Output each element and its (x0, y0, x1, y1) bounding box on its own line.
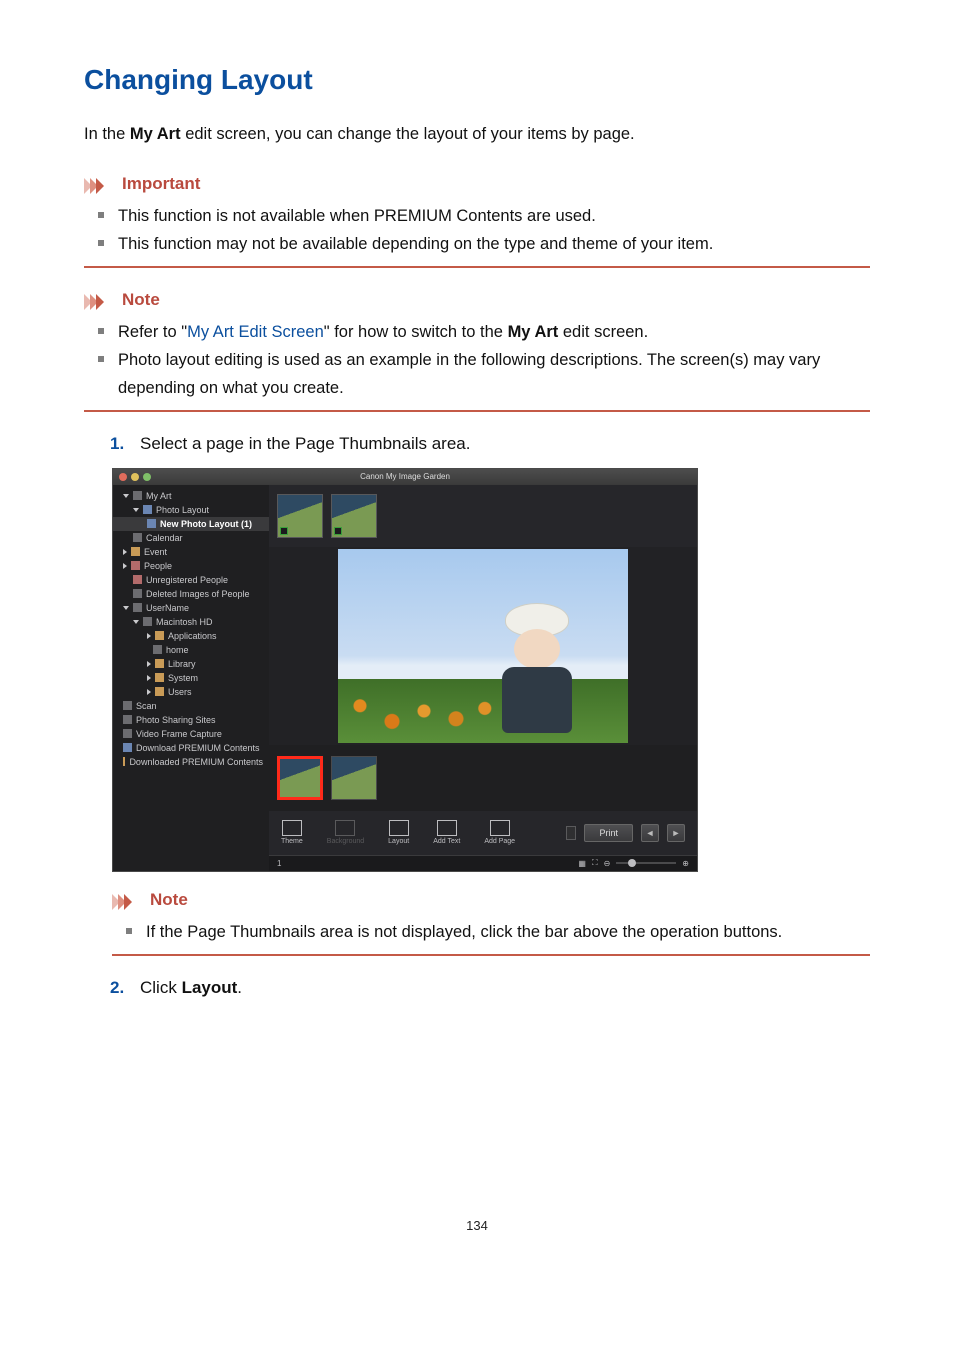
sidebar-item[interactable]: Event (113, 545, 269, 559)
status-page-number: 1 (277, 859, 281, 868)
sidebar-item-selected[interactable]: New Photo Layout (1) (113, 517, 269, 531)
print-button[interactable]: Print (584, 824, 633, 842)
sidebar-item[interactable]: Unregistered People (113, 573, 269, 587)
note-item: Refer to "My Art Edit Screen" for how to… (114, 318, 870, 346)
note-list: If the Page Thumbnails area is not displ… (112, 918, 870, 946)
sidebar-item[interactable]: Scan (113, 699, 269, 713)
intro-paragraph: In the My Art edit screen, you can chang… (84, 122, 870, 148)
window-titlebar: Canon My Image Garden (113, 469, 697, 485)
tool-background: Background (327, 820, 364, 845)
sidebar-item[interactable]: Calendar (113, 531, 269, 545)
page-thumb-selected[interactable] (277, 756, 323, 800)
tray-thumb[interactable] (331, 494, 377, 538)
step-1: 1. Select a page in the Page Thumbnails … (110, 434, 870, 454)
page-thumb[interactable] (331, 756, 377, 800)
chevrons-icon (84, 176, 114, 192)
sidebar-item[interactable]: Video Frame Capture (113, 727, 269, 741)
divider (84, 410, 870, 412)
sidebar-item[interactable]: Photo Layout (113, 503, 269, 517)
sidebar-item[interactable]: Library (113, 657, 269, 671)
spinner-icon[interactable] (566, 826, 576, 840)
prev-button[interactable]: ◄ (641, 824, 659, 842)
step-number: 1. (110, 434, 130, 454)
sidebar-item[interactable]: UserName (113, 601, 269, 615)
note-heading: Note (112, 890, 870, 910)
window-title: Canon My Image Garden (360, 472, 450, 481)
sidebar-item[interactable]: People (113, 559, 269, 573)
toolbar: Theme Background Layout Add Text Add Pag… (269, 811, 697, 855)
app-screenshot: Canon My Image Garden My Art Photo Layou… (112, 468, 698, 872)
close-icon[interactable] (119, 473, 127, 481)
image-tray (269, 485, 697, 547)
status-bar: 1 ▦ ⛶ ⊖⊕ (269, 855, 697, 871)
tool-add-text[interactable]: Add Text (433, 820, 460, 845)
zoom-icon[interactable] (143, 473, 151, 481)
page-title: Changing Layout (84, 64, 870, 96)
sidebar-item[interactable]: Users (113, 685, 269, 699)
sidebar-item[interactable]: Macintosh HD (113, 615, 269, 629)
sidebar-item[interactable]: Downloaded PREMIUM Contents (113, 755, 269, 769)
edit-canvas[interactable] (269, 547, 697, 745)
tool-layout[interactable]: Layout (388, 820, 409, 845)
step-text: Click Layout. (140, 978, 242, 998)
sidebar-item[interactable]: My Art (113, 489, 269, 503)
view-icon[interactable]: ▦ (578, 859, 586, 868)
page-thumbnails (269, 745, 697, 811)
note-heading: Note (84, 290, 870, 310)
photo-preview (338, 549, 628, 743)
sidebar-item[interactable]: Deleted Images of People (113, 587, 269, 601)
step-text: Select a page in the Page Thumbnails are… (140, 434, 470, 454)
important-heading: Important (84, 174, 870, 194)
sidebar-item[interactable]: Photo Sharing Sites (113, 713, 269, 727)
sidebar-item[interactable]: System (113, 671, 269, 685)
step-2: 2. Click Layout. (110, 978, 870, 998)
note-item: If the Page Thumbnails area is not displ… (142, 918, 870, 946)
next-button[interactable]: ► (667, 824, 685, 842)
note-item: Photo layout editing is used as an examp… (114, 346, 870, 402)
step-number: 2. (110, 978, 130, 998)
link-my-art-edit-screen[interactable]: My Art Edit Screen (187, 323, 324, 341)
important-list: This function is not available when PREM… (84, 202, 870, 258)
sidebar: My Art Photo Layout New Photo Layout (1)… (113, 485, 269, 871)
minimize-icon[interactable] (131, 473, 139, 481)
divider (112, 954, 870, 956)
sidebar-item[interactable]: home (113, 643, 269, 657)
sidebar-item[interactable]: Applications (113, 629, 269, 643)
sidebar-item[interactable]: Download PREMIUM Contents (113, 741, 269, 755)
note-list: Refer to "My Art Edit Screen" for how to… (84, 318, 870, 402)
page-number: 134 (84, 1218, 870, 1233)
important-item: This function may not be available depen… (114, 230, 870, 258)
chevrons-icon (84, 292, 114, 308)
zoom-control[interactable]: ▦ ⛶ ⊖⊕ (578, 858, 689, 868)
chevrons-icon (112, 892, 142, 908)
divider (84, 266, 870, 268)
tool-add-page[interactable]: Add Page (484, 820, 515, 845)
fullscreen-icon[interactable]: ⛶ (592, 858, 598, 868)
tool-theme[interactable]: Theme (281, 820, 303, 845)
tray-thumb[interactable] (277, 494, 323, 538)
important-item: This function is not available when PREM… (114, 202, 870, 230)
